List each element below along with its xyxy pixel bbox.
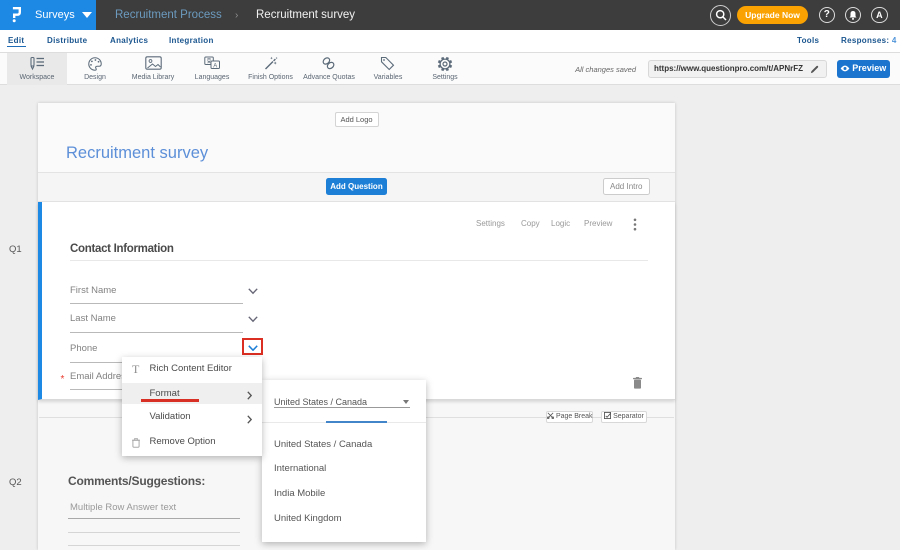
svg-text:A: A: [213, 63, 217, 69]
svg-text:T: T: [132, 363, 140, 375]
